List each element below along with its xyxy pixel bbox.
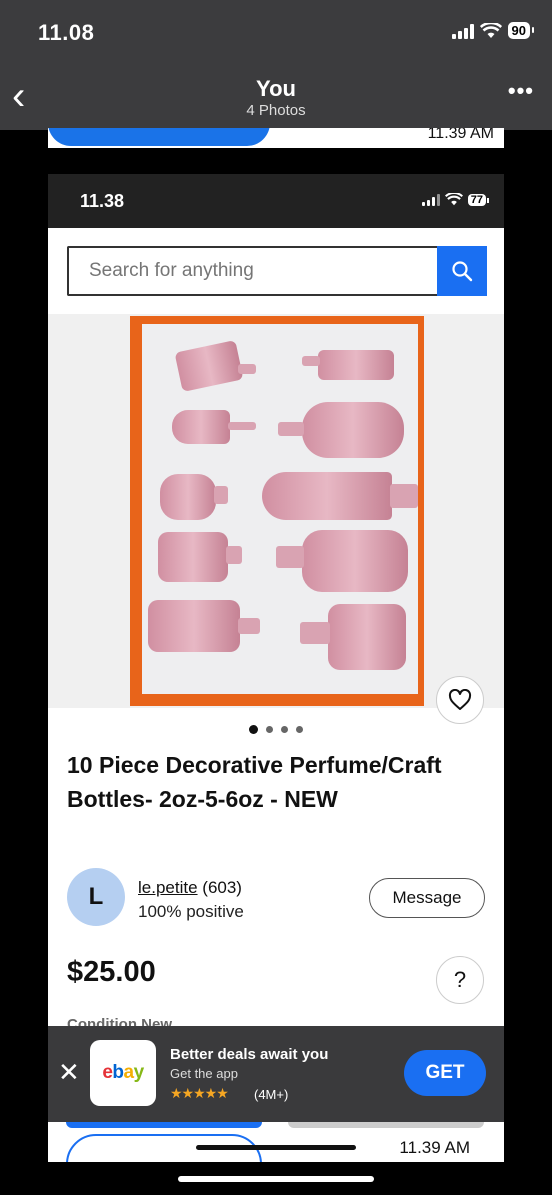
star-rating-icon: ★★★★★ [170, 1085, 229, 1101]
watchlist-button[interactable] [436, 676, 484, 724]
previous-screenshot-fragment: 11.39 AM [48, 128, 504, 148]
bottle [262, 472, 392, 520]
rating-count: (4M+) [254, 1087, 289, 1102]
pagination-dot[interactable] [281, 726, 288, 733]
seller-name-link[interactable]: le.petite [138, 878, 198, 897]
seller-feedback-count: (603) [202, 878, 242, 897]
ebay-listing-screenshot: 11.38 77 Search for anything 10 Piece De… [48, 174, 504, 1026]
photo-pagination[interactable] [48, 725, 504, 734]
album-subtitle: 4 Photos [246, 102, 306, 119]
more-options-icon[interactable]: ••• [508, 78, 534, 104]
bottle [148, 600, 240, 652]
bottle-neck [278, 422, 304, 436]
message-button[interactable]: Message [369, 878, 485, 918]
next-primary-button [66, 1122, 262, 1128]
bottle-neck [302, 356, 320, 366]
search-bar[interactable] [67, 246, 487, 296]
foam-tray [142, 324, 418, 694]
previous-buy-button [48, 128, 270, 146]
close-icon[interactable]: ✕ [58, 1059, 80, 1085]
condition-label: Condition New [67, 1016, 172, 1026]
battery-icon: 90 [507, 22, 535, 39]
bottle-neck [238, 618, 260, 634]
home-indicator[interactable] [178, 1176, 374, 1182]
banner-headline: Better deals await you [170, 1046, 329, 1063]
banner-subtext: Get the app [170, 1066, 238, 1081]
search-input[interactable] [89, 260, 429, 282]
ebay-logo[interactable]: ebay [90, 1040, 156, 1106]
next-secondary-button [288, 1122, 484, 1128]
next-message-time: 11.39 AM [399, 1138, 470, 1157]
outer-status-bar: 11.08 90 [0, 0, 552, 62]
app-install-banner: ✕ ebay Better deals await you Get the ap… [48, 1026, 504, 1122]
bottle [160, 474, 216, 520]
pagination-dot[interactable] [296, 726, 303, 733]
seller-positive-rating: 100% positive [138, 902, 244, 921]
bottle-neck [226, 546, 242, 564]
get-app-button[interactable]: GET [404, 1050, 486, 1096]
bottle [328, 604, 406, 670]
pagination-dot[interactable] [266, 726, 273, 733]
bottle [302, 402, 404, 458]
signal-icon [421, 193, 440, 206]
signal-icon [451, 23, 474, 39]
photo-viewer-nav: ‹ You 4 Photos ••• [0, 62, 552, 130]
help-button[interactable]: ? [436, 956, 484, 1004]
inner-home-indicator [196, 1145, 356, 1150]
outer-status-icons: 90 [451, 22, 535, 39]
next-screenshot-fragment: 11.39 AM [48, 1122, 504, 1162]
inner-status-icons: 77 [421, 193, 490, 206]
wifi-icon [444, 193, 463, 206]
bottle-neck [390, 484, 418, 508]
listing-price: $25.00 [67, 956, 156, 988]
bottle [172, 410, 230, 444]
heart-icon [448, 689, 472, 710]
inner-clock: 11.38 [80, 191, 125, 211]
bottle-neck [238, 364, 256, 374]
seller-avatar[interactable]: L [67, 868, 125, 926]
search-button[interactable] [437, 246, 487, 296]
pagination-dot-active[interactable] [249, 725, 258, 734]
bottle-neck [228, 422, 256, 430]
wifi-icon [479, 22, 502, 38]
bottle-neck [300, 622, 330, 644]
bottle [302, 530, 408, 592]
inner-status-bar: 11.38 77 [48, 174, 504, 228]
bottle [318, 350, 394, 380]
outer-clock: 11.08 [38, 20, 95, 45]
previous-message-time: 11.39 AM [427, 128, 494, 142]
battery-icon: 77 [467, 193, 490, 206]
bottle-neck [276, 546, 304, 568]
seller-info: le.petite (603) [138, 878, 242, 898]
search-icon [452, 261, 473, 282]
album-title: You [256, 76, 296, 101]
listing-title: 10 Piece Decorative Perfume/Craft Bottle… [67, 752, 442, 812]
bottle-neck [214, 486, 228, 504]
bottle [174, 339, 244, 393]
bottle [158, 532, 228, 582]
